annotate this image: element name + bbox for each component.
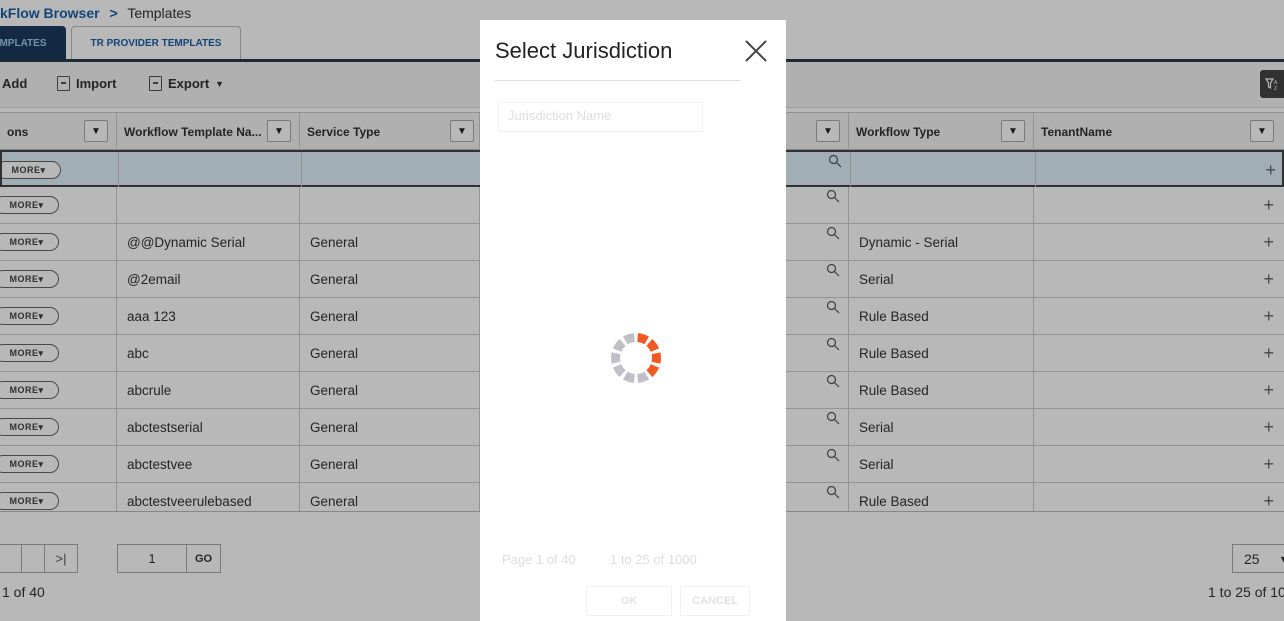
spinner-segment — [637, 333, 650, 345]
spinner-segment — [651, 352, 662, 364]
spinner-segment — [646, 339, 660, 352]
dialog-range-text: 1 to 25 of 1000 — [610, 552, 697, 567]
spinner-segment — [612, 364, 626, 377]
loading-spinner-icon — [610, 333, 662, 383]
dialog-title: Select Jurisdiction — [495, 38, 673, 63]
jurisdiction-name-placeholder: Jurisdiction Name — [508, 108, 612, 123]
dialog-page-text: Page 1 of 40 — [502, 552, 576, 567]
cancel-button[interactable]: CANCEL — [680, 586, 750, 616]
close-icon[interactable] — [743, 38, 769, 64]
spinner-segment — [610, 352, 621, 364]
templates-page: kFlow Browser > Templates MPLATES TR PRO… — [0, 0, 1284, 621]
ok-button[interactable]: OK — [586, 586, 672, 616]
spinner-segment — [612, 339, 626, 352]
dialog-divider — [495, 80, 741, 81]
spinner-segment — [637, 371, 650, 383]
select-jurisdiction-dialog: Select Jurisdiction Jurisdiction Name Pa… — [480, 20, 786, 621]
spinner-segment — [622, 371, 635, 383]
ok-label: OK — [620, 595, 638, 607]
cancel-label: CANCEL — [692, 595, 738, 607]
spinner-segment — [646, 364, 660, 377]
spinner-segment — [622, 333, 635, 345]
